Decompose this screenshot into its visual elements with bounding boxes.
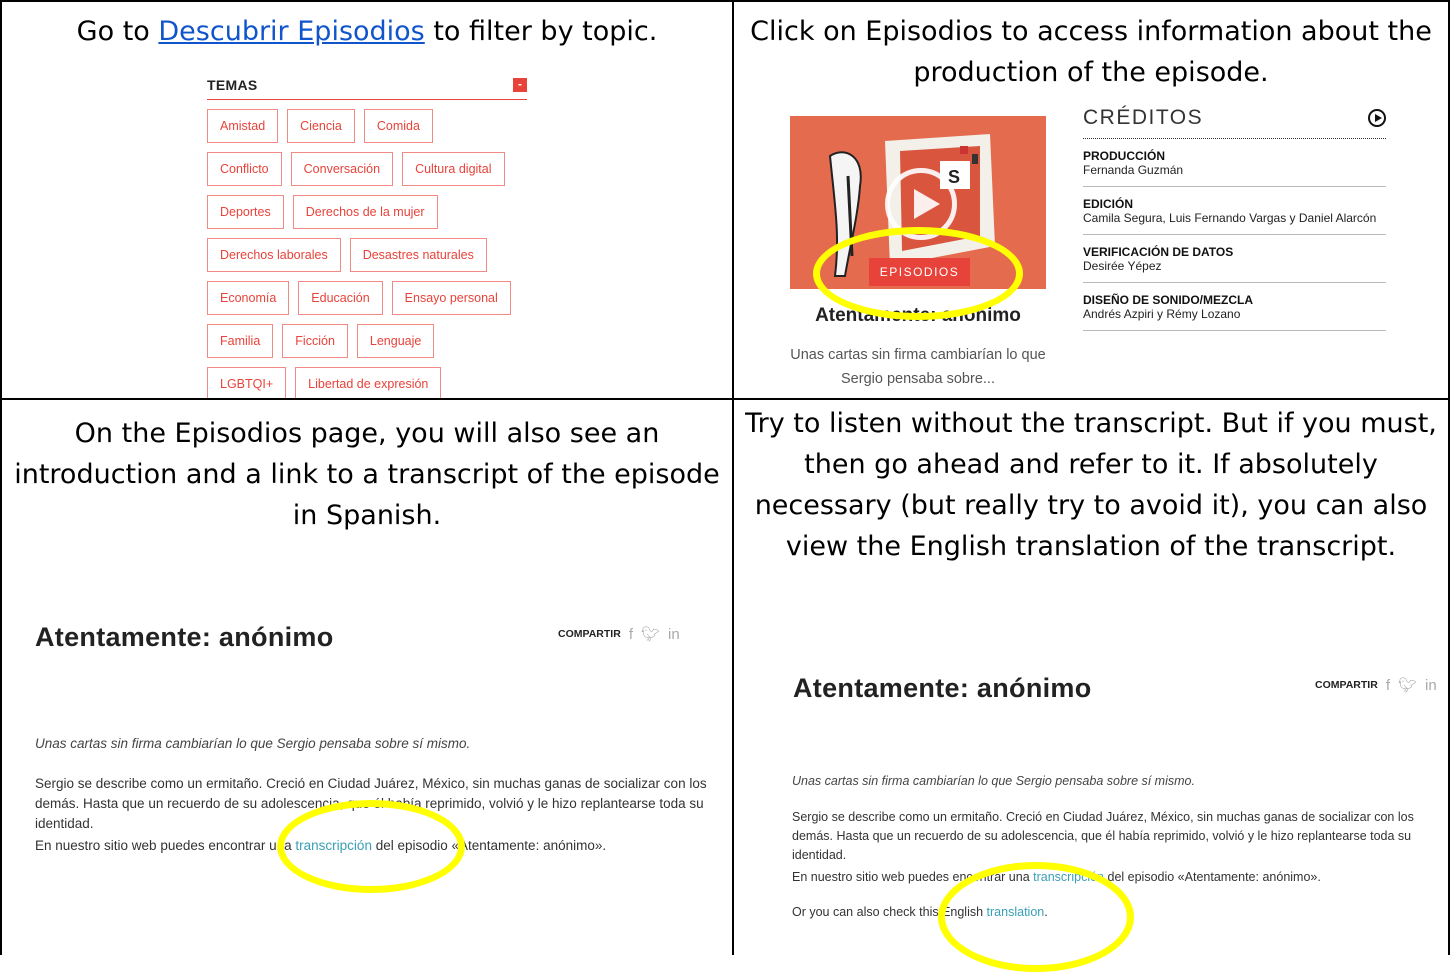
topic-tag-row: Derechos laborales Desastres naturales xyxy=(207,238,527,272)
topic-tag-row: Economía Educación Ensayo personal xyxy=(207,281,527,315)
instruction-episodios: Click on Episodios to access information… xyxy=(750,16,1432,88)
credit-name: Fernanda Guzmán xyxy=(1083,163,1184,177)
facebook-icon[interactable]: f xyxy=(629,626,633,643)
temas-title: TEMAS xyxy=(207,77,258,93)
topic-tag[interactable]: Derechos laborales xyxy=(207,238,341,272)
credit-name: Desirée Yépez xyxy=(1083,259,1162,273)
topic-tag[interactable]: Ensayo personal xyxy=(391,281,511,315)
body-text: Sergio se describe como un ermitaño. Cre… xyxy=(792,810,1414,862)
topic-tag-list: Amistad Ciencia Comida Conflicto Conversació… xyxy=(207,109,527,398)
credit-item: PRODUCCIÓN Fernanda Guzmán xyxy=(1083,139,1386,187)
topic-tag-row: LGBTQI+ Libertad de expresión xyxy=(207,367,527,398)
highlight-ellipse xyxy=(813,227,1023,320)
topic-tag[interactable]: Deportes xyxy=(207,195,284,229)
instruction-transcript: On the Episodios page, you will also see… xyxy=(14,418,720,531)
credit-name: Andrés Azpiri y Rémy Lozano xyxy=(1083,307,1241,321)
play-circle-icon[interactable] xyxy=(1368,109,1386,127)
topic-tag-row: Conflicto Conversación Cultura digital xyxy=(207,152,527,186)
topic-tag[interactable]: Educación xyxy=(298,281,383,315)
credits-header: CRÉDITOS xyxy=(1083,106,1386,139)
topic-tag[interactable]: Cultura digital xyxy=(402,152,505,186)
page-title: Atentamente: anónimo xyxy=(793,673,1092,703)
credit-role: DISEÑO DE SONIDO/MEZCLA xyxy=(1083,293,1254,307)
topic-tag[interactable]: Comida xyxy=(363,109,433,143)
topic-tag[interactable]: Derechos de la mujer xyxy=(292,195,438,229)
intro-text: Unas cartas sin firma cambiarían lo que … xyxy=(792,774,1195,788)
instruction-translation: Try to listen without the transcript. Bu… xyxy=(745,408,1437,562)
topic-tag[interactable]: Conflicto xyxy=(207,152,282,186)
twitter-icon[interactable]: 🐦︎ xyxy=(641,625,660,643)
linkedin-icon[interactable]: in xyxy=(668,626,680,643)
credits-list: PRODUCCIÓN Fernanda Guzmán EDICIÓN Camila S… xyxy=(1083,139,1386,331)
transcript-line: En nuestro sitio web puedes encontrar un… xyxy=(792,868,1442,887)
episode-description: Unas cartas sin firma cambiarían lo que … xyxy=(790,347,1046,387)
topic-tag[interactable]: Amistad xyxy=(207,109,279,143)
transcript-text: En nuestro sitio web puedes encontrar un… xyxy=(35,838,296,853)
cell-descubrir: Go to Descubrir Episodios to filter by t… xyxy=(2,2,732,398)
topic-tag-row: Amistad Ciencia Comida xyxy=(207,109,527,143)
credit-role: PRODUCCIÓN xyxy=(1083,149,1166,163)
credit-item: VERIFICACIÓN DE DATOS Desirée Yépez xyxy=(1083,235,1386,283)
credits-panel: CRÉDITOS PRODUCCIÓN Fernanda Guzmán EDICIÓ… xyxy=(1083,106,1386,331)
instruction-table: Go to Descubrir Episodios to filter by t… xyxy=(0,0,1450,972)
credit-item: DISEÑO DE SONIDO/MEZCLA Andrés Azpiri y R… xyxy=(1083,283,1386,331)
descubrir-episodios-link[interactable]: Descubrir Episodios xyxy=(158,16,424,47)
topic-tag[interactable]: Desastres naturales xyxy=(349,238,487,272)
share-label: COMPARTIR xyxy=(1315,679,1378,691)
twitter-icon[interactable]: 🐦︎ xyxy=(1398,676,1417,694)
instruction-descubrir: Go to Descubrir Episodios to filter by t… xyxy=(2,11,732,52)
topic-tag-row: Deportes Derechos de la mujer xyxy=(207,195,527,229)
share-label: COMPARTIR xyxy=(558,628,621,640)
topic-tag[interactable]: Ciencia xyxy=(287,109,355,143)
facebook-icon[interactable]: f xyxy=(1386,677,1390,694)
instruction-text: to filter by topic. xyxy=(424,16,658,47)
topic-tag[interactable]: Lenguaje xyxy=(356,324,435,358)
credit-item: EDICIÓN Camila Segura, Luis Fernando Varg… xyxy=(1083,187,1386,235)
credits-title: CRÉDITOS xyxy=(1083,106,1204,129)
topic-tag[interactable]: Libertad de expresión xyxy=(295,367,442,398)
share-bar: COMPARTIR f 🐦︎ in xyxy=(558,625,680,644)
topic-tag-row: Familia Ficción Lenguaje xyxy=(207,324,527,358)
intro-text: Unas cartas sin firma cambiarían lo que … xyxy=(35,736,471,751)
credit-role: EDICIÓN xyxy=(1083,197,1134,211)
highlight-ellipse xyxy=(277,800,465,893)
temas-header: TEMAS - xyxy=(207,77,527,100)
transcript-text: del episodio «Atentamente: anónimo». xyxy=(1104,870,1321,884)
topic-tag[interactable]: Ficción xyxy=(282,324,348,358)
topic-tag[interactable]: Conversación xyxy=(290,152,394,186)
temas-filter-panel: TEMAS - Amistad Ciencia Comida Conflicto Con… xyxy=(207,77,527,398)
topic-tag[interactable]: LGBTQI+ xyxy=(207,367,287,398)
share-bar: COMPARTIR f 🐦︎ in xyxy=(1315,676,1437,695)
topic-tag[interactable]: Economía xyxy=(207,281,290,315)
topic-tag[interactable]: Familia xyxy=(207,324,274,358)
credit-role: VERIFICACIÓN DE DATOS xyxy=(1083,245,1234,259)
highlight-ellipse xyxy=(938,862,1134,972)
instruction-text: Go to xyxy=(76,16,159,47)
credit-name: Camila Segura, Luis Fernando Vargas y Da… xyxy=(1083,211,1377,225)
page-title: Atentamente: anónimo xyxy=(35,622,334,652)
linkedin-icon[interactable]: in xyxy=(1425,677,1437,694)
collapse-icon[interactable]: - xyxy=(513,78,527,92)
